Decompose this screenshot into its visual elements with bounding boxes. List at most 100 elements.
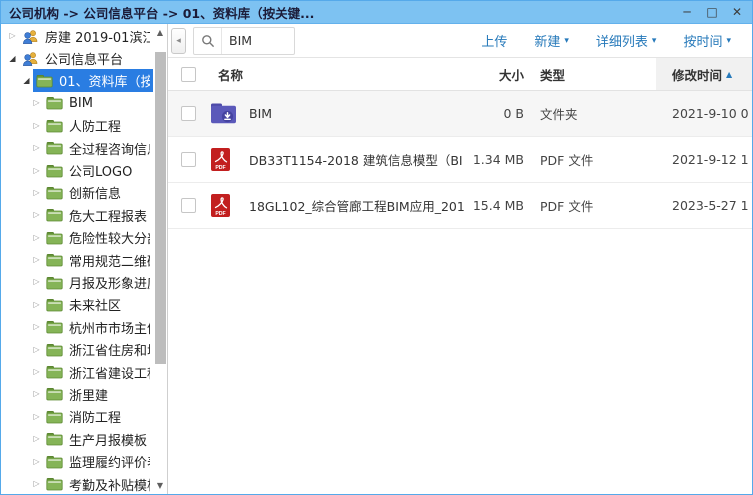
sidebar-item-label: 常用规范二维码目 [69,251,150,270]
column-header-name[interactable]: 名称 [208,58,464,90]
row-checkbox[interactable] [181,106,196,121]
sidebar-item[interactable]: ▷全过程咨询信息 [1,137,153,159]
row-checkbox[interactable] [181,152,196,167]
sidebar-item[interactable]: ▷月报及形象进度报 [1,271,153,293]
sidebar-item-label: 浙江省住房和城乡 [69,340,150,359]
tree-collapsed-icon[interactable]: ▷ [30,211,43,219]
file-type: 文件夹 [524,104,656,123]
sidebar-item[interactable]: ▷ 考勤及补贴模板 [1,473,153,494]
tree-collapsed-icon[interactable]: ▷ [30,167,43,175]
tree-collapsed-icon[interactable]: ▷ [30,278,43,286]
tree-collapsed-icon[interactable]: ▷ [30,189,43,197]
sidebar-item[interactable]: ▷ 常用规范二维码目 [1,249,153,271]
folder-icon [46,343,64,357]
tree-collapsed-icon[interactable]: ▷ [30,346,43,354]
sidebar-item[interactable]: ▷生产月报模板 [1,428,153,450]
tree-collapsed-icon[interactable]: ▷ [30,368,43,376]
search-input[interactable] [222,33,294,48]
tree-collapsed-icon[interactable]: ▷ [30,435,43,443]
sidebar-item[interactable]: ▷ 未来社区 [1,294,153,316]
detail-list-button[interactable]: 详细列表▾ [596,31,657,50]
column-header-modified[interactable]: 修改时间 ▲ [656,58,752,90]
sidebar-item-label: 危险性较大分部分 [69,228,150,247]
sidebar-item[interactable]: ▷监理履约评价表 [1,450,153,472]
file-type: PDF 文件 [524,150,656,169]
sidebar-item[interactable]: ▷ 房建 2019-01滨江区 [1,25,153,47]
sidebar-item[interactable]: ▷浙里建 [1,383,153,405]
folder-icon [46,455,64,469]
minimize-icon[interactable]: ─ [681,6,693,18]
close-icon[interactable]: ✕ [731,6,743,18]
file-name[interactable]: 18GL102_综合管廊工程BIM应用_2018. [249,196,464,215]
folder-icon [46,231,64,245]
file-name[interactable]: BIM [249,106,272,121]
table-row[interactable]: PDF 18GL102_综合管廊工程BIM应用_2018.15.4 MBPDF 文… [168,183,752,229]
sidebar-item-label: 未来社区 [69,295,121,314]
tree-collapsed-icon[interactable]: ▷ [30,301,43,309]
tree-collapsed-icon[interactable]: ▷ [30,323,43,331]
tree-collapsed-icon[interactable]: ▷ [30,458,43,466]
sidebar-item[interactable]: ▷创新信息 [1,182,153,204]
file-manager-window: 公司机构 -> 公司信息平台 -> 01、资料库（按关键... ─ □ ✕ ▷ 房… [0,0,753,495]
file-name[interactable]: DB33T1154-2018 建筑信息模型（BI [249,150,463,169]
sidebar-item[interactable]: ▷公司LOGO [1,159,153,181]
tree-collapsed-icon[interactable]: ▷ [30,99,43,107]
scrollbar-thumb[interactable] [155,52,166,364]
tree-expanded-icon[interactable]: ◢ [6,55,19,63]
sort-by-time-button[interactable]: 按时间▾ [683,31,731,50]
sidebar-scrollbar[interactable]: ▲ ▼ [153,24,167,494]
folder-icon [46,119,64,133]
tree-collapsed-icon[interactable]: ▷ [30,413,43,421]
tree-collapsed-icon[interactable]: ▷ [30,234,43,242]
sidebar-item[interactable]: ◢公司信息平台 [1,47,153,69]
sidebar-item-label: 01、资料库（按关 [59,71,150,90]
sidebar-item-label: BIM [69,96,93,111]
chevron-down-icon: ▾ [652,37,657,46]
sidebar-item-label: 房建 2019-01滨江区 [45,27,150,46]
sidebar-item[interactable]: ▷消防工程 [1,406,153,428]
sidebar-item[interactable]: ◢ 01、资料库（按关 [1,70,153,92]
sidebar-collapse-button[interactable]: ◂ [171,28,186,54]
search-icon[interactable] [194,28,222,54]
scroll-up-icon[interactable]: ▲ [157,29,163,37]
tree-collapsed-icon[interactable]: ▷ [30,480,43,488]
sidebar-item[interactable]: ▷人防工程 [1,115,153,137]
sidebar-item[interactable]: ▷杭州市市场主体信 [1,316,153,338]
sidebar-item[interactable]: ▷浙江省建设工程监 [1,361,153,383]
tree-collapsed-icon[interactable]: ▷ [30,390,43,398]
sidebar-item-label: 考勤及补贴模板 [69,475,150,494]
table-row[interactable]: PDFDB33T1154-2018 建筑信息模型（BI1.34 MBPDF 文件… [168,137,752,183]
window-body: ▷房建 2019-01滨江区◢公司信息平台◢01、资料库（按关▷BIM▷人防工程… [1,24,752,494]
folder-icon [46,387,64,401]
file-size: 15.4 MB [464,198,524,213]
file-modified-time: 2023-5-27 1 [656,198,752,213]
sidebar-item[interactable]: ▷危大工程报表 [1,204,153,226]
collapse-arrow-icon: ◂ [176,36,181,46]
scroll-down-icon[interactable]: ▼ [157,482,163,490]
file-type: PDF 文件 [524,196,656,215]
new-button[interactable]: 新建▾ [534,31,569,50]
search-box[interactable] [193,27,295,55]
tree-collapsed-icon[interactable]: ▷ [30,144,43,152]
tree-expanded-icon[interactable]: ◢ [20,77,33,85]
sort-asc-icon: ▲ [726,70,732,79]
tree-collapsed-icon[interactable]: ▷ [30,256,43,264]
sidebar-item[interactable]: ▷ 浙江省住房和城乡 [1,338,153,360]
folder-icon [46,320,64,334]
breadcrumb-title: 公司机构 -> 公司信息平台 -> 01、资料库（按关键... [9,3,314,22]
sidebar-item[interactable]: ▷ 危险性较大分部分 [1,227,153,249]
row-checkbox[interactable] [181,198,196,213]
table-row[interactable]: BIM0 B文件夹2021-9-10 0 [168,91,752,137]
folder-icon [46,96,64,110]
maximize-icon[interactable]: □ [706,6,718,18]
svg-text:PDF: PDF [215,211,225,217]
window-controls: ─ □ ✕ [681,6,743,18]
file-size: 1.34 MB [464,152,524,167]
column-header-type[interactable]: 类型 [524,58,656,90]
column-header-size[interactable]: 大小 [464,58,524,90]
upload-button[interactable]: 上传 [481,31,507,50]
tree-collapsed-icon[interactable]: ▷ [30,122,43,130]
tree-collapsed-icon[interactable]: ▷ [6,32,19,40]
select-all-checkbox[interactable] [181,67,196,82]
sidebar-item[interactable]: ▷ BIM [1,92,153,114]
